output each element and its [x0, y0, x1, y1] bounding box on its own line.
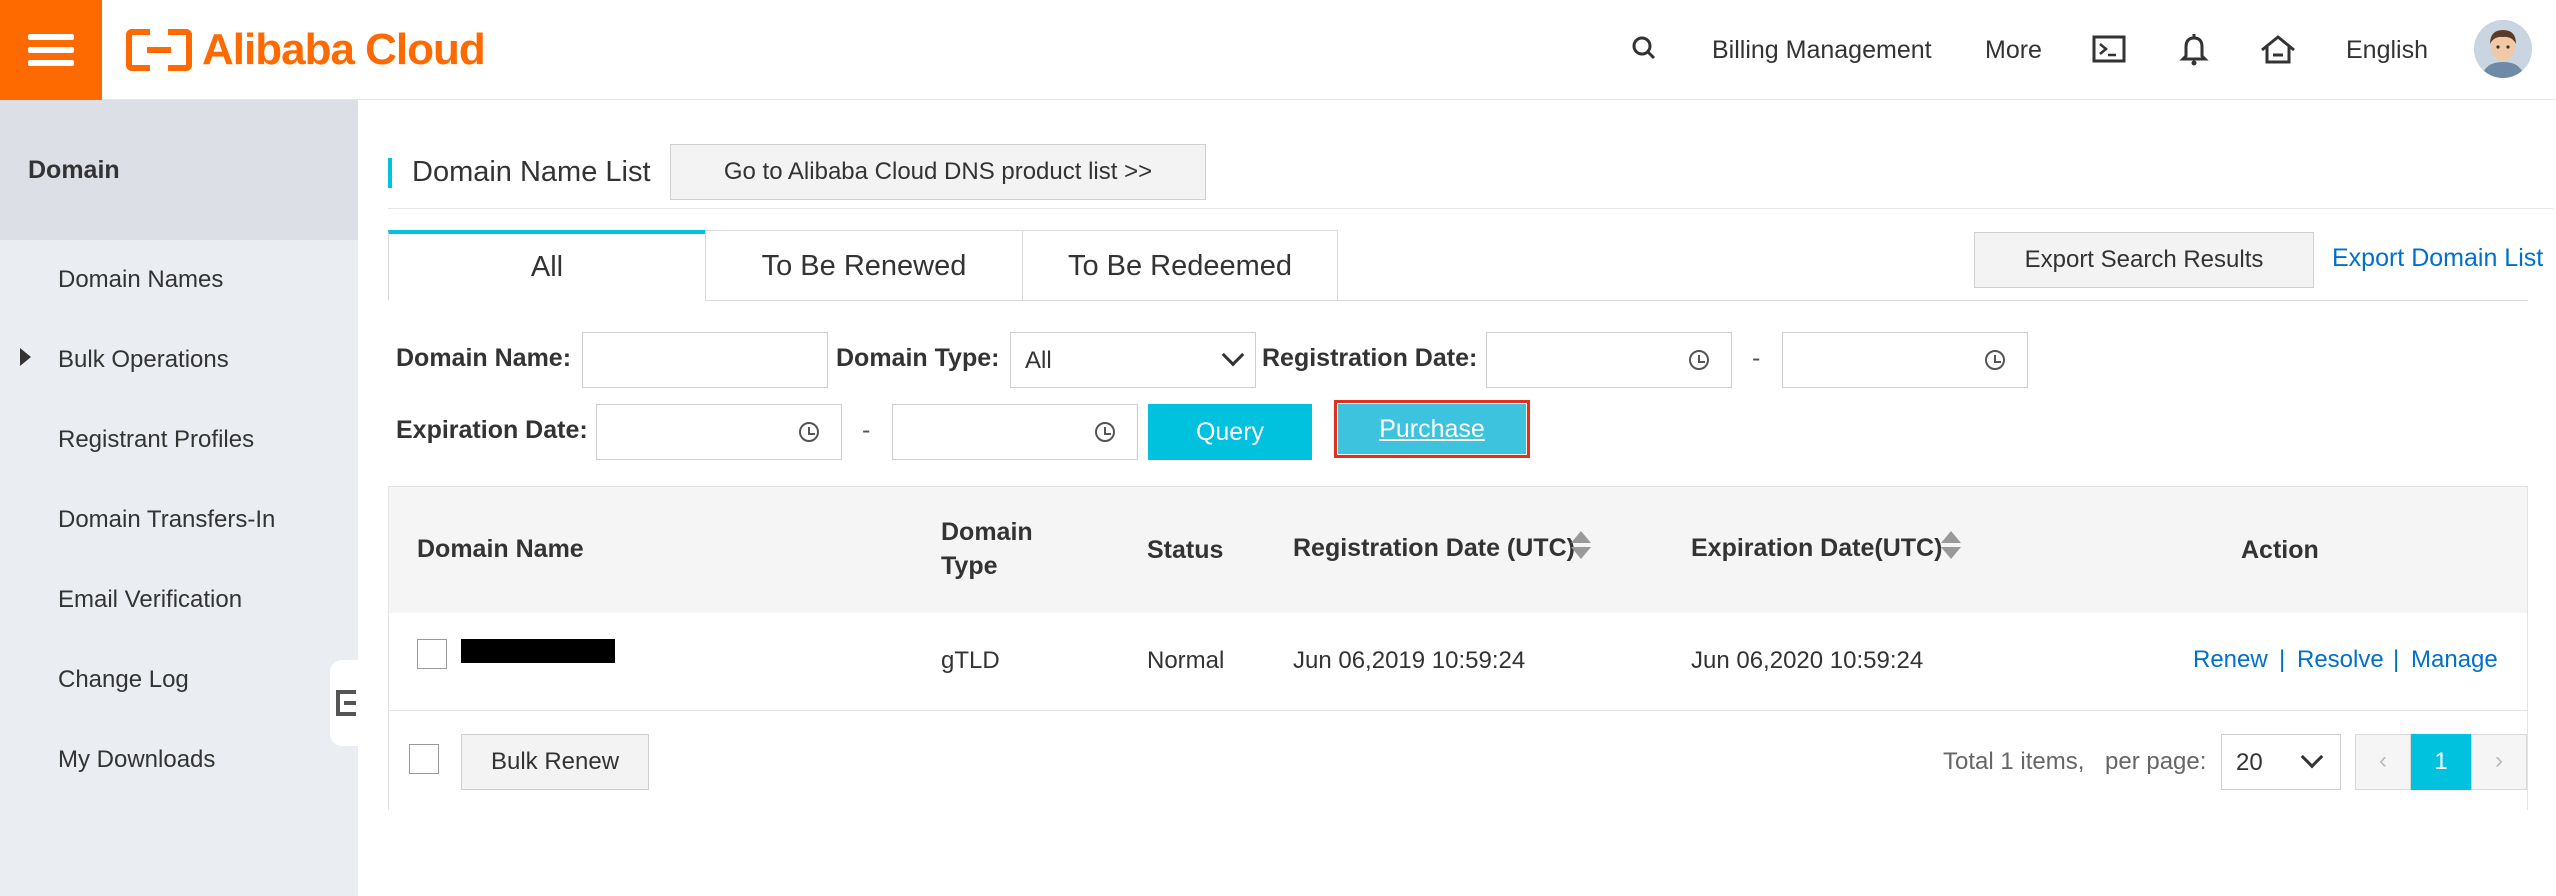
sidebar-item-domain-names[interactable]: Domain Names	[58, 266, 223, 294]
table-row: gTLD Normal Jun 06,2019 10:59:24 Jun 06,…	[389, 613, 2527, 711]
logo-text: Alibaba Cloud	[202, 25, 486, 74]
caret-right-icon[interactable]	[20, 348, 31, 366]
domain-type-value: All	[1025, 347, 1052, 374]
clock-icon	[1095, 422, 1115, 442]
cell-domain-type: gTLD	[941, 647, 1000, 674]
renew-link[interactable]: Renew	[2193, 646, 2268, 674]
clock-icon	[799, 422, 819, 442]
sort-icon[interactable]	[1941, 531, 1961, 563]
sidebar-item-change-log[interactable]: Change Log	[58, 666, 189, 694]
clock-icon	[1985, 350, 2005, 370]
page-title: Domain Name List	[412, 156, 651, 188]
menu-icon[interactable]	[0, 0, 102, 100]
cell-status: Normal	[1147, 647, 1225, 674]
th-action: Action	[2241, 536, 2319, 564]
divider	[388, 208, 2554, 209]
action-separator: |	[2393, 646, 2400, 673]
billing-management-link[interactable]: Billing Management	[1712, 30, 1932, 70]
purchase-button[interactable]: Purchase	[1338, 404, 1526, 454]
table-footer: Bulk Renew Total 1 items, per page: 20 ‹…	[389, 712, 2527, 810]
chevron-down-icon	[1221, 343, 1245, 367]
domain-type-select[interactable]: All	[1010, 332, 1256, 388]
chevron-down-icon	[2300, 745, 2324, 769]
tab-to-be-renewed[interactable]: To Be Renewed	[705, 230, 1023, 301]
expiration-date-label: Expiration Date:	[396, 416, 588, 444]
export-search-results-button[interactable]: Export Search Results	[1974, 232, 2314, 288]
top-bar: Alibaba Cloud Billing Management More En…	[0, 0, 2556, 100]
date-range-separator: -	[862, 416, 871, 444]
search-icon[interactable]	[1624, 28, 1664, 70]
manage-link[interactable]: Manage	[2411, 646, 2498, 674]
sidebar-item-email-verification[interactable]: Email Verification	[58, 586, 242, 614]
language-selector[interactable]: English	[2346, 30, 2428, 70]
query-button[interactable]: Query	[1148, 404, 1312, 460]
redacted-domain-name	[461, 639, 615, 663]
sort-icon[interactable]	[1571, 531, 1591, 563]
domain-name-label: Domain Name:	[396, 344, 572, 372]
row-checkbox[interactable]	[417, 639, 447, 669]
tab-all[interactable]: All	[388, 230, 706, 301]
registration-date-start-input[interactable]	[1486, 332, 1732, 388]
sidebar-item-registrant-profiles[interactable]: Registrant Profiles	[58, 426, 254, 454]
expiration-date-end-input[interactable]	[892, 404, 1138, 460]
select-all-checkbox[interactable]	[409, 744, 439, 774]
registration-date-label: Registration Date:	[1262, 344, 1478, 372]
cell-expiration-date: Jun 06,2020 10:59:24	[1691, 647, 1924, 674]
domain-table: Domain Name Domain Type Status Registrat…	[388, 486, 2528, 810]
sidebar-item-my-downloads[interactable]: My Downloads	[58, 746, 215, 774]
th-expiration-date[interactable]: Expiration Date(UTC)	[1691, 531, 1942, 565]
per-page-label: per page:	[2105, 748, 2207, 775]
action-separator: |	[2279, 646, 2286, 673]
sidebar-item-domain-transfers-in[interactable]: Domain Transfers-In	[58, 506, 275, 534]
tab-to-be-redeemed[interactable]: To Be Redeemed	[1022, 230, 1338, 301]
cell-registration-date: Jun 06,2019 10:59:24	[1293, 647, 1526, 674]
th-domain-name: Domain Name	[417, 535, 584, 563]
domain-type-label: Domain Type:	[836, 344, 1000, 372]
per-page-value: 20	[2236, 749, 2263, 776]
domain-name-input[interactable]	[582, 332, 828, 388]
per-page-select[interactable]: 20	[2221, 734, 2341, 790]
alibaba-cloud-logo[interactable]: Alibaba Cloud	[126, 24, 486, 76]
date-range-separator: -	[1752, 344, 1761, 372]
expiration-date-start-input[interactable]	[596, 404, 842, 460]
main-content: Domain Name List Go to Alibaba Cloud DNS…	[358, 100, 2556, 896]
go-to-dns-button[interactable]: Go to Alibaba Cloud DNS product list >>	[670, 144, 1206, 200]
next-page-button[interactable]: ›	[2471, 734, 2527, 790]
total-items-text: Total 1 items,	[1943, 748, 2085, 775]
bulk-renew-button[interactable]: Bulk Renew	[461, 734, 649, 790]
logo-mark-icon	[126, 29, 192, 71]
title-accent-bar	[388, 158, 392, 188]
export-domain-list-link[interactable]: Export Domain List	[2332, 244, 2543, 273]
page-1-button[interactable]: 1	[2411, 734, 2471, 790]
more-menu[interactable]: More	[1985, 30, 2042, 70]
resolve-link[interactable]: Resolve	[2297, 646, 2384, 674]
registration-date-end-input[interactable]	[1782, 332, 2028, 388]
th-domain-type-line2: Type	[941, 552, 998, 580]
table-header: Domain Name Domain Type Status Registrat…	[389, 487, 2527, 613]
terminal-icon[interactable]	[2090, 28, 2130, 70]
avatar[interactable]	[2474, 20, 2532, 78]
prev-page-button[interactable]: ‹	[2355, 734, 2411, 790]
collapse-sidebar-icon[interactable]	[330, 660, 358, 746]
sidebar-header: Domain	[0, 100, 358, 240]
th-registration-date[interactable]: Registration Date (UTC)	[1293, 531, 1575, 565]
home-icon[interactable]	[2258, 28, 2298, 70]
sidebar-item-bulk-operations[interactable]: Bulk Operations	[58, 346, 229, 374]
clock-icon	[1689, 350, 1709, 370]
bell-icon[interactable]	[2174, 28, 2214, 70]
th-status: Status	[1147, 536, 1224, 564]
th-domain-type-line1: Domain	[941, 518, 1033, 546]
sidebar: Domain Domain Names Bulk Operations Regi…	[0, 100, 358, 896]
